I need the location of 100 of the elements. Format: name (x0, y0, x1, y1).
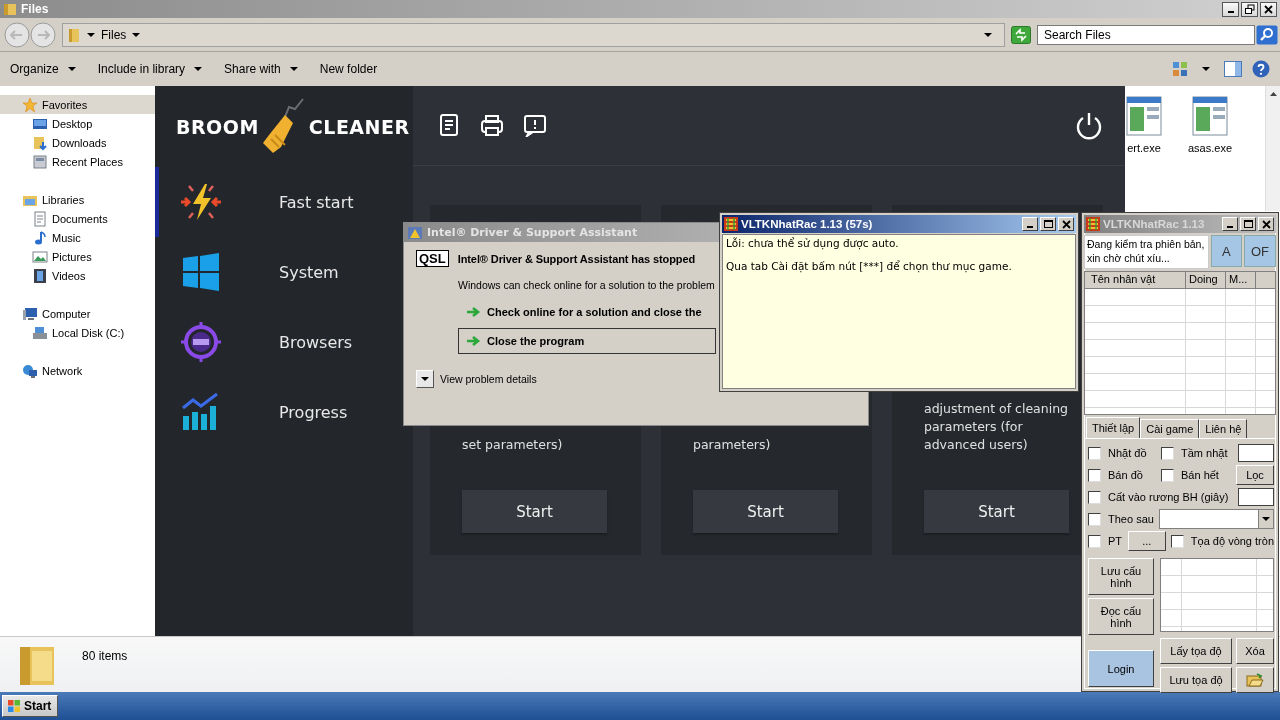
app-icon (1086, 217, 1100, 231)
power-icon[interactable] (1075, 111, 1103, 140)
checkbox-option[interactable]: Cất vào rương BH (giây) (1088, 490, 1229, 504)
config-button[interactable]: Lưu cấu hình (1088, 558, 1154, 595)
nav-item[interactable]: Pictures (0, 247, 155, 266)
coord-button[interactable]: Lấy tọa độ (1160, 638, 1232, 664)
nav-item[interactable]: Downloads (0, 133, 155, 152)
file-name: asas.exe (1188, 142, 1232, 154)
folder-icon (1246, 673, 1264, 687)
search-field[interactable]: Search Files (1037, 24, 1255, 45)
arrow-icon (465, 305, 481, 319)
restore-icon (1243, 3, 1256, 15)
tab[interactable]: Cài game (1140, 419, 1200, 438)
caret-icon (1262, 517, 1270, 521)
preview-pane-icon[interactable] (1224, 61, 1242, 77)
maximize-button[interactable] (1040, 217, 1056, 231)
report-icon[interactable] (438, 113, 460, 138)
music-note-icon (32, 229, 48, 246)
printer-icon[interactable] (480, 114, 504, 137)
close-icon (1259, 218, 1273, 230)
caret-icon (984, 32, 992, 37)
item-count: 80 items (82, 649, 128, 663)
toolbar-button[interactable]: Include in library (91, 58, 209, 80)
close-button[interactable] (1260, 1, 1277, 17)
star-icon (22, 96, 38, 113)
folder-icon (67, 26, 81, 43)
search-button[interactable] (1256, 24, 1278, 45)
help-icon[interactable] (1252, 60, 1270, 78)
recent-places-icon (32, 153, 48, 170)
nav-item[interactable]: Documents (0, 209, 155, 228)
app-badge: QSL (416, 250, 449, 267)
restore-button[interactable] (1241, 1, 1258, 17)
expand-button[interactable] (416, 370, 434, 388)
breadcrumb-item[interactable]: Files (87, 27, 141, 42)
start-button[interactable]: Start (693, 490, 838, 533)
config-button[interactable]: Đọc cấu hình (1088, 598, 1154, 635)
caret-icon (132, 32, 141, 37)
start-button[interactable]: Start (462, 490, 607, 533)
nav-item[interactable]: Computer (0, 304, 155, 323)
refresh-button[interactable] (1011, 25, 1031, 44)
toolbar-button[interactable]: Share with (218, 58, 304, 80)
window-title: Files (21, 2, 49, 16)
start-button[interactable]: Start (924, 490, 1069, 533)
checkbox-option[interactable]: Tầm nhặt (1161, 446, 1228, 460)
nav-item[interactable]: Videos (0, 266, 155, 285)
dialog-heading: Intel® Driver & Support Assistant has stopped (457, 252, 696, 265)
checkbox-option[interactable]: Theo sau (1088, 512, 1154, 526)
coord-button[interactable]: Lưu tọa độ (1160, 667, 1232, 693)
tab[interactable]: Liên hệ (1199, 419, 1248, 438)
sidebar-item[interactable]: Browsers (155, 307, 413, 377)
close-icon (1059, 218, 1073, 230)
window-file-icon (1192, 96, 1228, 136)
nav-item[interactable]: Music (0, 228, 155, 247)
nav-item[interactable]: Desktop (0, 114, 155, 133)
card-description: adjustment of cleaning parameters (for advanced users) (924, 400, 1070, 454)
checkbox-option[interactable]: Nhặt đồ (1088, 446, 1156, 460)
close-icon (1262, 3, 1275, 15)
nav-item[interactable]: Local Disk (C:) (0, 323, 155, 342)
address-field[interactable]: Files (62, 22, 1005, 47)
input-field[interactable] (1238, 488, 1274, 506)
nav-item[interactable]: Libraries (0, 190, 155, 209)
login-button[interactable]: Login (1088, 650, 1154, 687)
button[interactable]: Lọc (1236, 465, 1274, 485)
globe-icon (179, 320, 223, 364)
minimize-button[interactable] (1222, 1, 1239, 17)
checkbox-option[interactable]: Tọa độ vòng tròn (1170, 534, 1274, 548)
nav-item[interactable]: Recent Places (0, 152, 155, 171)
caret-icon (421, 377, 429, 381)
maximize-icon (1241, 218, 1255, 230)
disk-drive-icon (32, 324, 48, 341)
nav-item[interactable]: Network (0, 361, 155, 380)
tab[interactable]: Thiết lập (1086, 417, 1141, 438)
sidebar-item[interactable]: Progress (155, 377, 413, 447)
start-button[interactable]: Start (2, 695, 59, 717)
caret-icon (1202, 67, 1210, 71)
dropdown-field[interactable] (1158, 509, 1274, 529)
button[interactable]: ... (1127, 531, 1166, 551)
scrollbar[interactable] (1265, 86, 1280, 211)
input-field[interactable] (1238, 444, 1274, 462)
sidebar-item[interactable]: System (155, 237, 413, 307)
open-folder-button[interactable] (1236, 667, 1274, 693)
checkbox-option[interactable]: Bán đồ (1088, 468, 1156, 482)
card-description: set parameters) (462, 436, 564, 454)
toolbar-button[interactable]: Organize (4, 58, 82, 80)
card-description: parameters) (693, 436, 772, 454)
view-options-icon[interactable] (1172, 61, 1188, 77)
mode-button[interactable]: OF (1244, 235, 1276, 267)
logo-text: BROOM (176, 115, 259, 138)
nav-item[interactable]: Favorites (0, 95, 155, 114)
window-file-icon (1126, 96, 1162, 136)
mode-button[interactable]: A (1210, 235, 1242, 267)
feedback-icon[interactable] (524, 114, 546, 137)
checkbox-option[interactable]: PT (1088, 534, 1123, 548)
checkbox-option[interactable]: Bán hết (1161, 468, 1219, 482)
window-title: VLTKNhatRac 1.13 (57s) (741, 218, 873, 230)
toolbar-button[interactable]: New folder (313, 58, 384, 80)
maximize-icon (1041, 218, 1055, 230)
command-link[interactable]: Check online for a solution and close the (458, 299, 716, 325)
coord-button[interactable]: Xóa (1236, 638, 1274, 664)
command-link[interactable]: Close the program (458, 328, 716, 354)
